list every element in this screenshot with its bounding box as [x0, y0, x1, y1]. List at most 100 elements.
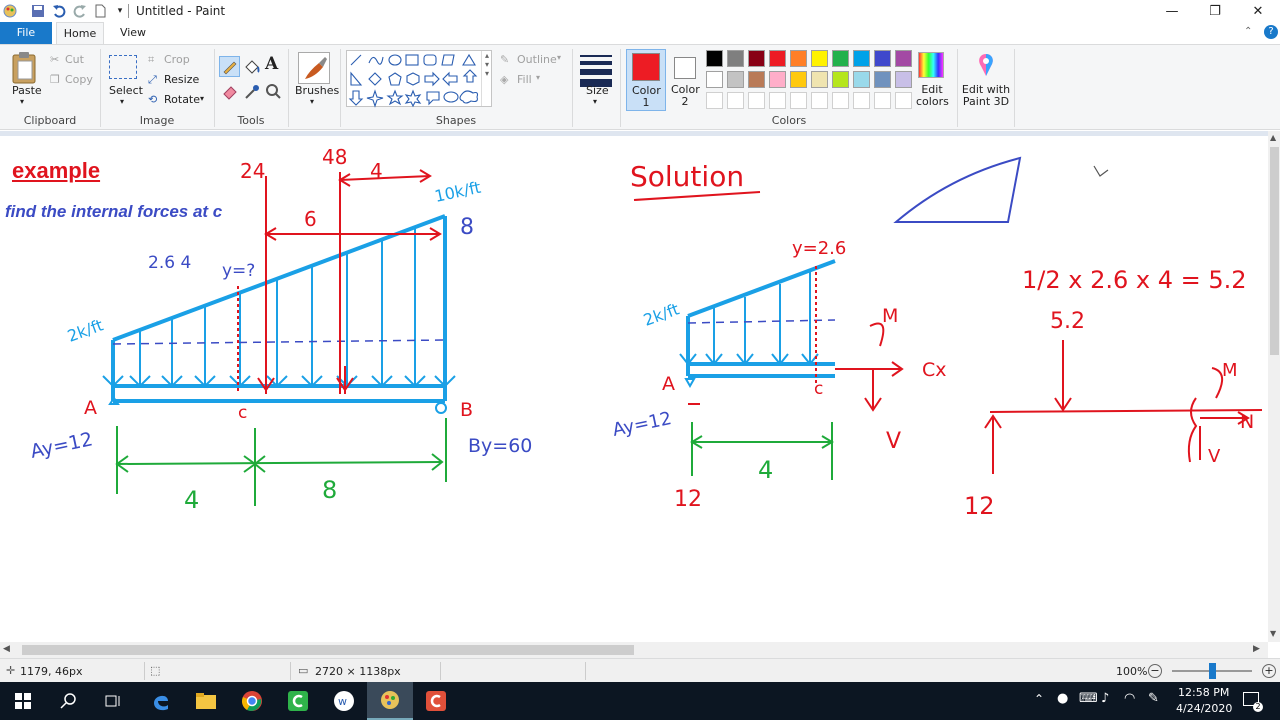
wifi-icon[interactable]: ◠ — [1124, 691, 1135, 706]
clock-time[interactable]: 12:58 PM — [1178, 686, 1229, 699]
palette-color-swatch[interactable] — [811, 71, 828, 88]
size-button[interactable]: Size — [586, 84, 609, 97]
palette-color-swatch[interactable] — [811, 50, 828, 67]
camtasia-recorder-icon[interactable] — [413, 682, 459, 720]
palette-color-swatch[interactable] — [895, 71, 912, 88]
zoom-in-button[interactable]: + — [1262, 664, 1276, 678]
paste-dropdown-icon[interactable]: ▾ — [20, 97, 24, 106]
chrome-icon[interactable] — [229, 682, 275, 720]
edit-paint3d-button[interactable]: Edit with Paint 3D — [961, 84, 1011, 108]
palette-color-swatch[interactable] — [748, 71, 765, 88]
rotate-button[interactable]: Rotate — [164, 93, 200, 106]
paste-icon[interactable] — [10, 51, 40, 85]
camtasia-icon[interactable] — [275, 682, 321, 720]
show-hidden-icons[interactable]: ⌃ — [1034, 692, 1044, 706]
whiteboard-icon[interactable]: w — [321, 682, 367, 720]
close-button[interactable]: ✕ — [1236, 0, 1280, 22]
rotate-dropdown-icon[interactable]: ▾ — [200, 94, 204, 103]
color-picker-icon[interactable] — [243, 83, 260, 103]
shapes-gallery[interactable]: ▴ ▾ ▾ — [346, 50, 492, 108]
palette-color-swatch[interactable] — [832, 50, 849, 67]
custom-color-slot[interactable] — [811, 92, 828, 109]
tab-home[interactable]: Home — [56, 22, 104, 44]
text-tool-icon[interactable]: A — [265, 54, 278, 74]
brushes-icon[interactable] — [298, 52, 330, 84]
fill-button[interactable]: Fill — [517, 73, 532, 86]
fill-tool-icon[interactable] — [243, 58, 260, 78]
custom-color-slot[interactable] — [748, 92, 765, 109]
clock-date[interactable]: 4/24/2020 — [1176, 702, 1232, 715]
select-icon[interactable] — [109, 55, 137, 79]
horizontal-scroll-thumb[interactable] — [22, 645, 634, 655]
paste-button[interactable]: Paste — [12, 84, 42, 97]
size-dropdown-icon[interactable]: ▾ — [593, 97, 597, 106]
drawing-canvas[interactable]: example find the internal forces at c 24… — [0, 136, 1268, 642]
palette-color-swatch[interactable] — [853, 50, 870, 67]
brushes-dropdown-icon[interactable]: ▾ — [310, 97, 314, 106]
palette-color-swatch[interactable] — [769, 50, 786, 67]
task-view-icon[interactable] — [90, 682, 136, 720]
edit-colors-icon[interactable] — [918, 52, 944, 78]
edge-browser-icon[interactable] — [138, 682, 184, 720]
custom-color-slot[interactable] — [832, 92, 849, 109]
custom-color-slot[interactable] — [790, 92, 807, 109]
select-button[interactable]: Select — [109, 84, 143, 97]
palette-color-swatch[interactable] — [874, 50, 891, 67]
custom-color-slot[interactable] — [853, 92, 870, 109]
vertical-scrollbar[interactable]: ▲ ▼ — [1268, 131, 1280, 642]
color2-button[interactable]: Color 2 — [668, 49, 704, 111]
maximize-button[interactable]: ❐ — [1193, 0, 1237, 22]
windows-start-icon[interactable] — [0, 682, 46, 720]
collapse-ribbon-icon[interactable]: ⌃ — [1244, 26, 1252, 37]
file-explorer-icon[interactable] — [183, 682, 229, 720]
custom-color-slot[interactable] — [727, 92, 744, 109]
microphone-icon[interactable]: ● — [1057, 691, 1068, 706]
scroll-down-icon[interactable]: ▼ — [1270, 629, 1276, 638]
cut-button[interactable]: Cut — [65, 53, 84, 66]
palette-color-swatch[interactable] — [727, 50, 744, 67]
eraser-tool-icon[interactable] — [221, 83, 238, 103]
customize-toolbar-icon[interactable]: ▾ — [112, 3, 128, 19]
pen-icon[interactable]: ✎ — [1148, 691, 1159, 706]
zoom-slider-thumb[interactable] — [1209, 663, 1216, 679]
minimize-button[interactable]: — — [1150, 0, 1194, 22]
palette-color-swatch[interactable] — [832, 71, 849, 88]
zoom-out-button[interactable]: − — [1148, 664, 1162, 678]
palette-color-swatch[interactable] — [706, 71, 723, 88]
paint-taskbar-icon[interactable] — [367, 682, 413, 720]
palette-color-swatch[interactable] — [769, 71, 786, 88]
palette-color-swatch[interactable] — [727, 71, 744, 88]
new-page-icon[interactable] — [92, 3, 108, 19]
palette-color-swatch[interactable] — [853, 71, 870, 88]
palette-color-swatch[interactable] — [790, 50, 807, 67]
magnifier-icon[interactable] — [265, 83, 282, 103]
custom-color-slot[interactable] — [706, 92, 723, 109]
outline-button[interactable]: Outline — [517, 53, 557, 66]
crop-button[interactable]: Crop — [164, 53, 190, 66]
palette-color-swatch[interactable] — [874, 71, 891, 88]
redo-icon[interactable] — [72, 3, 88, 19]
undo-icon[interactable] — [51, 3, 67, 19]
shapes-scroll-icon[interactable]: ▴ ▾ ▾ — [481, 51, 492, 106]
custom-color-slot[interactable] — [895, 92, 912, 109]
keyboard-icon[interactable]: ⌨ — [1079, 691, 1098, 706]
palette-color-swatch[interactable] — [790, 71, 807, 88]
horizontal-scrollbar[interactable]: ◀ ▶ — [0, 642, 1268, 658]
palette-color-swatch[interactable] — [748, 50, 765, 67]
tab-view[interactable]: View — [110, 22, 156, 44]
color1-button[interactable]: Color 1 — [626, 49, 666, 111]
search-icon[interactable] — [46, 682, 92, 720]
tab-file[interactable]: File — [0, 22, 52, 44]
help-icon[interactable]: ? — [1264, 25, 1278, 39]
fill-dropdown-icon[interactable]: ▾ — [536, 73, 540, 82]
size-icon[interactable] — [580, 53, 612, 87]
scroll-right-icon[interactable]: ▶ — [1253, 644, 1260, 654]
palette-color-swatch[interactable] — [895, 50, 912, 67]
edit-colors-button[interactable]: Edit colors — [916, 84, 949, 108]
brushes-button[interactable]: Brushes — [295, 84, 339, 97]
vertical-scroll-thumb[interactable] — [1270, 147, 1279, 355]
custom-color-slot[interactable] — [874, 92, 891, 109]
scroll-left-icon[interactable]: ◀ — [3, 644, 10, 654]
paint-app-icon[interactable] — [2, 3, 18, 19]
select-dropdown-icon[interactable]: ▾ — [120, 97, 124, 106]
